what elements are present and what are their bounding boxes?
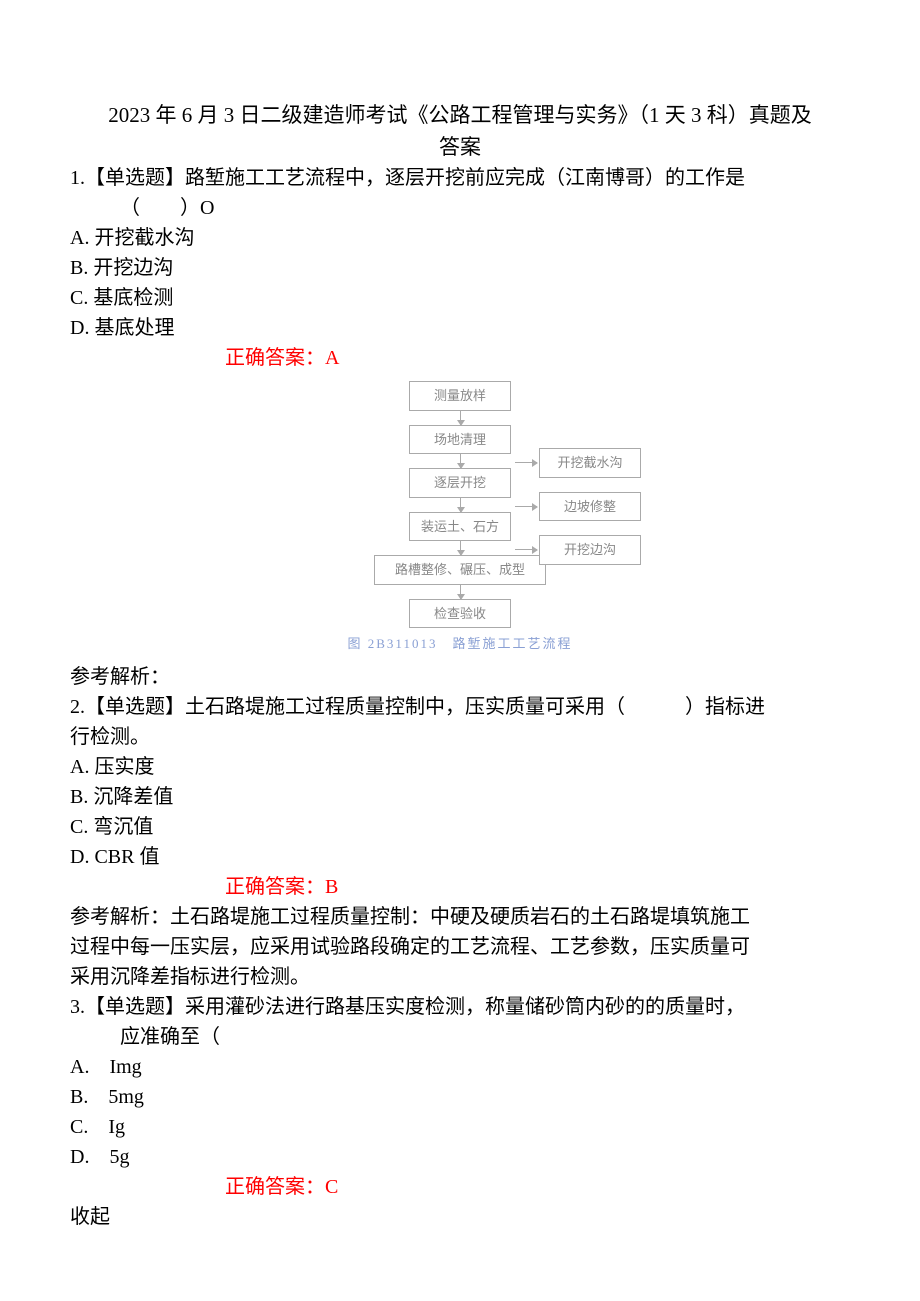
q2-text-line2: 行检测。	[70, 722, 850, 752]
flow-box-3: 逐层开挖	[409, 468, 511, 498]
q2-option-d: D. CBR 值	[70, 842, 850, 872]
flow-box-2: 场地清理	[409, 425, 511, 455]
flow-side-3: 开挖边沟	[539, 535, 641, 565]
q3-answer: 正确答案：C	[70, 1172, 850, 1202]
q2-option-a: A. 压实度	[70, 752, 850, 782]
q2-exp-line1: 参考解析：土石路堤施工过程质量控制：中硬及硬质岩石的土石路堤填筑施工	[70, 902, 850, 932]
q1-text-line1: 1.【单选题】路堑施工工艺流程中，逐层开挖前应完成（江南博哥）的工作是	[70, 163, 850, 193]
flow-caption: 图 2B311013 路堑施工工艺流程	[348, 634, 573, 654]
question-2: 2.【单选题】土石路堤施工过程质量控制中，压实质量可采用（ ）指标进 行检测。 …	[70, 692, 850, 992]
arrow-down-icon	[460, 541, 461, 555]
flow-box-6: 检查验收	[409, 599, 511, 629]
q2-option-c: C. 弯沉值	[70, 812, 850, 842]
q1-analysis-label: 参考解析：	[70, 662, 850, 692]
page-title: 2023 年 6 月 3 日二级建造师考试《公路工程管理与实务》（1 天 3 科…	[70, 100, 850, 163]
q3-text-line1: 3.【单选题】采用灌砂法进行路基压实度检测，称量储砂筒内砂的的质量时，	[70, 992, 850, 1022]
title-line-1: 2023 年 6 月 3 日二级建造师考试《公路工程管理与实务》（1 天 3 科…	[108, 103, 812, 127]
q3-option-c: C. Ig	[70, 1112, 850, 1142]
arrow-right-icon	[515, 549, 537, 550]
arrow-down-icon	[460, 585, 461, 599]
q1-text-line2: （ ）O	[70, 193, 850, 223]
exam-page: 2023 年 6 月 3 日二级建造师考试《公路工程管理与实务》（1 天 3 科…	[0, 0, 920, 1272]
flowchart: 测量放样 场地清理 开挖截水沟 逐层开挖 边坡修整 装运土、石方	[285, 381, 635, 654]
q3-text-line2: 应准确至（	[70, 1022, 850, 1052]
arrow-down-icon	[460, 498, 461, 512]
q3-option-a: A. Img	[70, 1052, 850, 1082]
question-3: 3.【单选题】采用灌砂法进行路基压实度检测，称量储砂筒内砂的的质量时， 应准确至…	[70, 992, 850, 1232]
collapse-link[interactable]: 收起	[70, 1202, 850, 1232]
question-1: 1.【单选题】路堑施工工艺流程中，逐层开挖前应完成（江南博哥）的工作是 （ ）O…	[70, 163, 850, 373]
q3-option-d: D. 5g	[70, 1142, 850, 1172]
q2-option-b: B. 沉降差值	[70, 782, 850, 812]
arrow-down-icon	[460, 411, 461, 425]
q2-answer: 正确答案：B	[70, 872, 850, 902]
q1-answer: 正确答案：A	[70, 343, 850, 373]
flow-box-1: 测量放样	[409, 381, 511, 411]
q1-option-c: C. 基底检测	[70, 283, 850, 313]
arrow-right-icon	[515, 462, 537, 463]
q2-exp-line2: 过程中每一压实层，应采用试验路段确定的工艺流程、工艺参数，压实质量可	[70, 932, 850, 962]
q1-option-d: D. 基底处理	[70, 313, 850, 343]
q3-option-b: B. 5mg	[70, 1082, 850, 1112]
title-line-2: 答案	[439, 135, 481, 159]
arrow-right-icon	[515, 506, 537, 507]
arrow-down-icon	[460, 454, 461, 468]
q1-option-a: A. 开挖截水沟	[70, 223, 850, 253]
q2-exp-line3: 采用沉降差指标进行检测。	[70, 962, 850, 992]
flow-box-4: 装运土、石方	[409, 512, 511, 542]
q2-text-line1: 2.【单选题】土石路堤施工过程质量控制中，压实质量可采用（ ）指标进	[70, 692, 850, 722]
q1-option-b: B. 开挖边沟	[70, 253, 850, 283]
